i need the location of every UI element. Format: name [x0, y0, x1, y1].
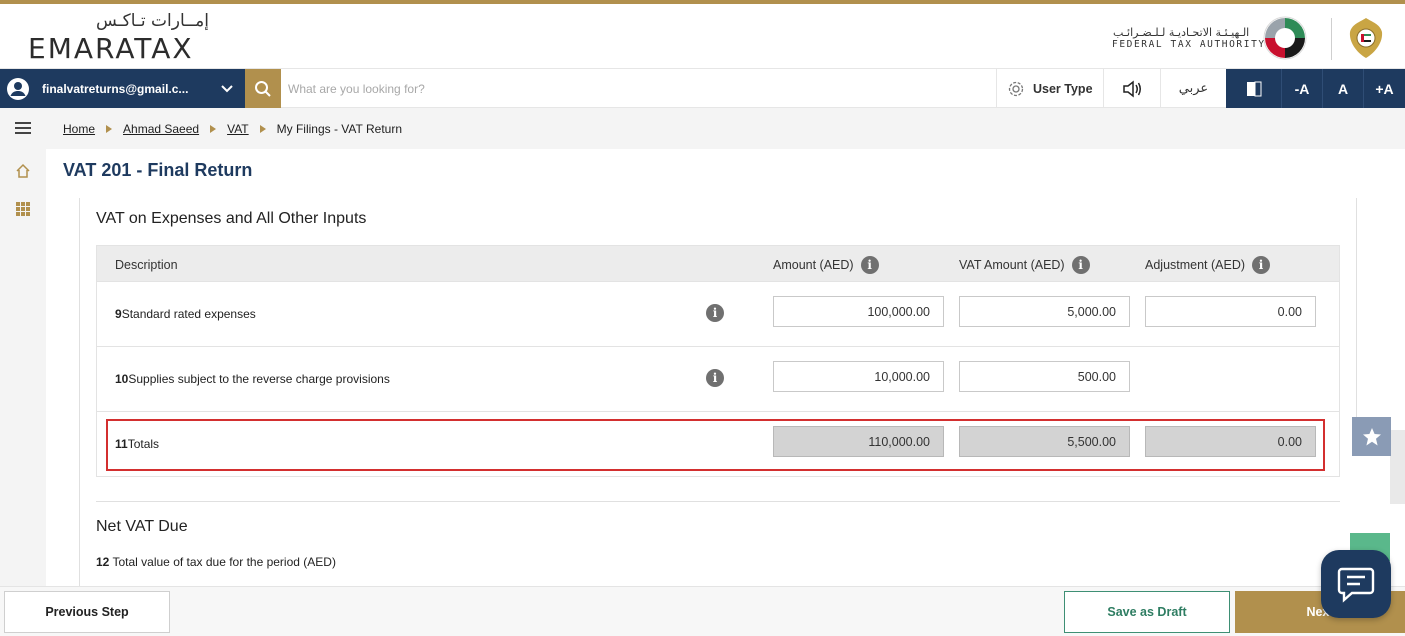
- menu-toggle-button[interactable]: [0, 109, 46, 147]
- page-title: VAT 201 - Final Return: [63, 160, 253, 180]
- content-border: [79, 198, 80, 586]
- top-nav-bar: finalvatreturns@gmail.c... User Type عرب…: [0, 68, 1405, 108]
- table-row: 9Standard rated expenses i: [96, 282, 1340, 347]
- search-icon: [255, 80, 271, 97]
- apps-nav-button[interactable]: [0, 190, 46, 228]
- net-vat-section-title: Net VAT Due: [96, 518, 188, 535]
- left-rail: [0, 108, 46, 586]
- content-border: [1356, 198, 1357, 420]
- total-adjustment-field: [1145, 426, 1316, 457]
- info-icon[interactable]: i: [706, 304, 724, 322]
- column-header-vat-amount: VAT Amount (AED) i: [959, 256, 1090, 274]
- total-vat-amount-field: [959, 426, 1130, 457]
- row-label-text: Totals: [127, 437, 160, 451]
- row-label: 11Totals: [115, 437, 159, 451]
- info-icon[interactable]: i: [706, 369, 724, 387]
- logo-english[interactable]: EMARATAX: [28, 32, 194, 65]
- uae-emblem-icon: [1349, 18, 1383, 58]
- breadcrumb: Home Ahmad Saeed VAT My Filings - VAT Re…: [46, 108, 1405, 149]
- user-menu[interactable]: finalvatreturns@gmail.c...: [0, 69, 245, 108]
- text-to-speech-button[interactable]: [1103, 69, 1160, 108]
- user-email: finalvatreturns@gmail.c...: [42, 81, 189, 96]
- search-button[interactable]: [245, 69, 281, 108]
- row-number: 12: [96, 555, 110, 569]
- contrast-toggle-button[interactable]: [1226, 69, 1282, 108]
- column-header-description: Description: [115, 258, 178, 272]
- breadcrumb-separator-icon: [210, 124, 217, 133]
- language-arabic-button[interactable]: عربي: [1160, 69, 1226, 108]
- info-icon[interactable]: i: [1071, 256, 1090, 274]
- breadcrumb-home[interactable]: Home: [63, 122, 95, 136]
- font-normal-button[interactable]: A: [1323, 69, 1364, 108]
- column-header-vat-amount-label: VAT Amount (AED): [959, 258, 1065, 272]
- star-icon: [1362, 427, 1381, 445]
- home-nav-button[interactable]: [0, 152, 46, 190]
- adjustment-input[interactable]: [1145, 296, 1316, 327]
- user-type-label: User Type: [1033, 81, 1093, 96]
- chat-button[interactable]: [1321, 550, 1391, 618]
- net-vat-row-label: 12 Total value of tax due for the period…: [96, 555, 336, 569]
- amount-input[interactable]: [773, 296, 944, 327]
- authority-name-arabic: الـهيـئـة الاتحـاديـة لـلـضـرائـب: [1113, 26, 1250, 39]
- chat-icon: [1337, 567, 1375, 603]
- row-number: 9: [115, 307, 122, 321]
- chevron-down-icon[interactable]: [220, 81, 234, 95]
- vat-amount-input[interactable]: [959, 361, 1130, 392]
- section-title: VAT on Expenses and All Other Inputs: [96, 210, 367, 227]
- info-icon[interactable]: i: [1252, 256, 1271, 274]
- breadcrumb-separator-icon: [106, 124, 113, 133]
- column-header-amount: Amount (AED) i: [773, 256, 879, 274]
- section-divider: [96, 501, 1340, 502]
- table-row-totals: 11Totals: [96, 412, 1340, 477]
- search-input[interactable]: [288, 77, 888, 101]
- home-icon: [16, 163, 30, 178]
- breadcrumb-user[interactable]: Ahmad Saeed: [123, 122, 199, 136]
- table-header: Description Amount (AED) i VAT Amount (A…: [96, 245, 1340, 282]
- net-vat-row-text: Total value of tax due for the period (A…: [112, 555, 336, 569]
- speaker-icon: [1123, 79, 1141, 98]
- menu-icon: [15, 122, 31, 134]
- grid-icon: [16, 202, 30, 216]
- column-header-amount-label: Amount (AED): [773, 258, 854, 272]
- font-decrease-button[interactable]: -A: [1282, 69, 1323, 108]
- row-number: 10: [115, 372, 129, 386]
- header-divider: [1331, 18, 1332, 60]
- row-label: 10Supplies subject to the reverse charge…: [115, 372, 390, 386]
- footer-action-bar: Previous Step Save as Draft Next: [0, 586, 1405, 636]
- logo-arabic: إمــارات تـاكـس: [96, 11, 209, 31]
- site-header: إمــارات تـاكـس EMARATAX الـهيـئـة الاتح…: [0, 4, 1405, 66]
- user-avatar-icon: [7, 77, 29, 100]
- authority-name-english: FEDERAL TAX AUTHORITY: [1112, 39, 1266, 50]
- column-header-adjustment-label: Adjustment (AED): [1145, 258, 1246, 272]
- breadcrumb-vat[interactable]: VAT: [227, 122, 249, 136]
- side-scroll-strip: [1390, 430, 1405, 504]
- row-label-text: Supplies subject to the reverse charge p…: [128, 372, 390, 386]
- row-label-text: Standard rated expenses: [121, 307, 256, 321]
- vat-amount-input[interactable]: [959, 296, 1130, 327]
- row-number: 11: [115, 437, 128, 451]
- total-amount-field: [773, 426, 944, 457]
- breadcrumb-current: My Filings - VAT Return: [276, 121, 403, 136]
- save-as-draft-button[interactable]: Save as Draft: [1064, 591, 1230, 633]
- column-header-adjustment: Adjustment (AED) i: [1145, 256, 1271, 274]
- row-label: 9Standard rated expenses: [115, 307, 256, 321]
- table-row: 10Supplies subject to the reverse charge…: [96, 347, 1340, 412]
- fta-logo-icon: [1263, 16, 1307, 60]
- font-increase-button[interactable]: +A: [1364, 69, 1405, 108]
- amount-input[interactable]: [773, 361, 944, 392]
- vat-inputs-table: Description Amount (AED) i VAT Amount (A…: [96, 245, 1340, 477]
- favorite-button[interactable]: [1352, 417, 1391, 456]
- gear-icon: [1008, 81, 1024, 96]
- info-icon[interactable]: i: [860, 256, 879, 274]
- breadcrumb-separator-icon: [259, 124, 266, 133]
- user-type-button[interactable]: User Type: [996, 69, 1103, 108]
- previous-step-button[interactable]: Previous Step: [4, 591, 170, 633]
- contrast-icon: [1246, 81, 1261, 96]
